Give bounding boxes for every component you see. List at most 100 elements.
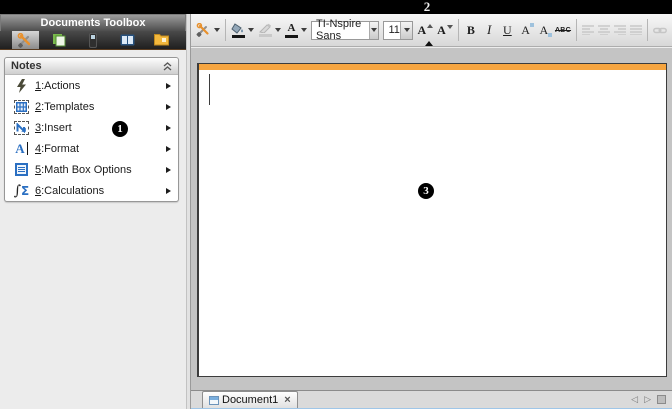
- menu-item-label: 6:Calculations: [35, 185, 104, 197]
- math-box-icon: [12, 161, 31, 178]
- align-left-button[interactable]: [580, 18, 596, 42]
- submenu-arrow-icon: [166, 104, 171, 110]
- app-window: 2 Documents Toolbox: [0, 0, 672, 409]
- submenu-arrow-icon: [166, 83, 171, 89]
- document-tab[interactable]: Document1 ×: [202, 391, 298, 408]
- callout-3: 3: [418, 183, 434, 199]
- menu-item-templates[interactable]: 2:Templates: [5, 96, 178, 117]
- text-cursor: [209, 74, 210, 105]
- triangle-down-icon: [447, 25, 453, 29]
- format-text-icon: A: [12, 140, 31, 157]
- submenu-arrow-icon: [166, 125, 171, 131]
- strikethrough-button[interactable]: ABC: [553, 18, 573, 42]
- tab-content-explorer[interactable]: [148, 31, 175, 49]
- text-color-button[interactable]: A: [283, 18, 300, 42]
- italic-button[interactable]: I: [480, 18, 498, 42]
- toolbar-separator: [576, 19, 577, 41]
- callout-1: 1: [112, 121, 128, 137]
- close-tab-icon[interactable]: ×: [284, 395, 290, 406]
- documents-toolbox-title: Documents Toolbox: [0, 14, 186, 31]
- increase-font-size-button[interactable]: A: [415, 18, 435, 42]
- handheld-icon: [89, 33, 97, 48]
- fill-color-button[interactable]: [229, 18, 247, 42]
- collapse-chevrons-icon[interactable]: [163, 62, 172, 71]
- submenu-arrow-icon: [166, 188, 171, 194]
- document-workspace-column: A TI-Nspire Sans 11 A A B I U: [191, 14, 672, 409]
- fill-color-swatch: [232, 35, 245, 38]
- dropdown-arrow-icon: [404, 28, 410, 32]
- notes-menu-header[interactable]: Notes: [5, 58, 178, 75]
- page-navigation: ◁ ▷: [631, 391, 666, 408]
- menu-item-format[interactable]: A 4:Format: [5, 138, 178, 159]
- highlight-color-swatch: [259, 34, 272, 37]
- menu-item-calculations[interactable]: ∫Σ 6:Calculations: [5, 180, 178, 201]
- submenu-arrow-icon: [166, 146, 171, 152]
- align-right-button[interactable]: [612, 18, 628, 42]
- tab-utilities[interactable]: [114, 31, 141, 49]
- templates-grid-icon: [12, 98, 31, 115]
- document-tab-strip: Document1 × ◁ ▷: [191, 390, 672, 409]
- highlighter-button[interactable]: [256, 18, 274, 42]
- previous-page-icon[interactable]: ◁: [631, 395, 638, 404]
- font-size-select[interactable]: 11: [383, 21, 413, 40]
- notes-page[interactable]: 3: [197, 63, 667, 377]
- menu-item-label: 3:Insert: [35, 122, 72, 134]
- notes-menu: Notes 1:Actions: [4, 57, 179, 202]
- document-tab-label: Document1: [222, 394, 278, 406]
- font-size-value: 11: [388, 24, 399, 36]
- folder-icon: [154, 34, 169, 46]
- menu-item-label: 1:Actions: [35, 80, 80, 92]
- font-family-select[interactable]: TI-Nspire Sans: [311, 21, 379, 40]
- align-center-button[interactable]: [596, 18, 612, 42]
- text-color-letter: A: [288, 23, 296, 34]
- menu-item-math-box-options[interactable]: 5:Math Box Options: [5, 159, 178, 180]
- font-size-dropdown-button[interactable]: [400, 22, 413, 39]
- text-color-swatch: [285, 35, 298, 38]
- dropdown-arrow-icon[interactable]: [248, 28, 254, 32]
- menu-item-actions[interactable]: 1:Actions: [5, 75, 178, 96]
- font-family-dropdown-button[interactable]: [369, 22, 379, 39]
- toolbar-separator: [225, 19, 226, 41]
- lightning-icon: [12, 77, 31, 94]
- subscript-button[interactable]: A: [535, 18, 553, 42]
- next-page-icon[interactable]: ▷: [644, 395, 651, 404]
- formatting-toolbar: A TI-Nspire Sans 11 A A B I U: [191, 14, 672, 47]
- document-icon: [209, 396, 219, 405]
- toolbar-separator: [647, 19, 648, 41]
- dropdown-arrow-icon[interactable]: [214, 28, 220, 32]
- bold-button[interactable]: B: [462, 18, 480, 42]
- menu-item-insert[interactable]: 3:Insert: [5, 117, 178, 138]
- pages-icon: [52, 33, 66, 47]
- dropdown-arrow-icon: [371, 28, 377, 32]
- toolbar-collapse-handle[interactable]: [425, 41, 433, 46]
- underline-button[interactable]: U: [498, 18, 516, 42]
- page-workspace: 3: [191, 47, 672, 390]
- document-tools-button[interactable]: [194, 18, 213, 42]
- documents-toolbox-panel: Documents Toolbox: [0, 14, 186, 409]
- submenu-arrow-icon: [166, 167, 171, 173]
- dropdown-arrow-icon[interactable]: [301, 28, 307, 32]
- align-justify-button[interactable]: [628, 18, 644, 42]
- menu-item-label: 4:Format: [35, 143, 79, 155]
- page-sorter-icon[interactable]: [657, 395, 666, 404]
- tab-document-tools[interactable]: [12, 31, 39, 49]
- hyperlink-button[interactable]: [651, 18, 669, 42]
- superscript-button[interactable]: A: [516, 18, 534, 42]
- dropdown-arrow-icon[interactable]: [275, 28, 281, 32]
- wrench-screwdriver-icon: [17, 33, 33, 48]
- tab-page-sorter[interactable]: [46, 31, 73, 49]
- notes-menu-title: Notes: [11, 60, 42, 72]
- toolbar-separator: [458, 19, 459, 41]
- decrease-font-size-button[interactable]: A: [435, 18, 455, 42]
- font-family-value: TI-Nspire Sans: [316, 18, 369, 42]
- toolbox-tab-row: [0, 31, 186, 50]
- book-icon: [120, 34, 135, 46]
- superscript-mark-icon: [530, 23, 534, 27]
- top-strip: 2: [0, 0, 672, 14]
- callout-2: 2: [419, 0, 435, 14]
- notes-page-accent-bar: [199, 64, 666, 70]
- tab-ti-smartview[interactable]: [80, 31, 107, 49]
- menu-item-label: 2:Templates: [35, 101, 94, 113]
- triangle-up-icon: [427, 24, 433, 28]
- integral-sigma-icon: ∫Σ: [12, 182, 31, 199]
